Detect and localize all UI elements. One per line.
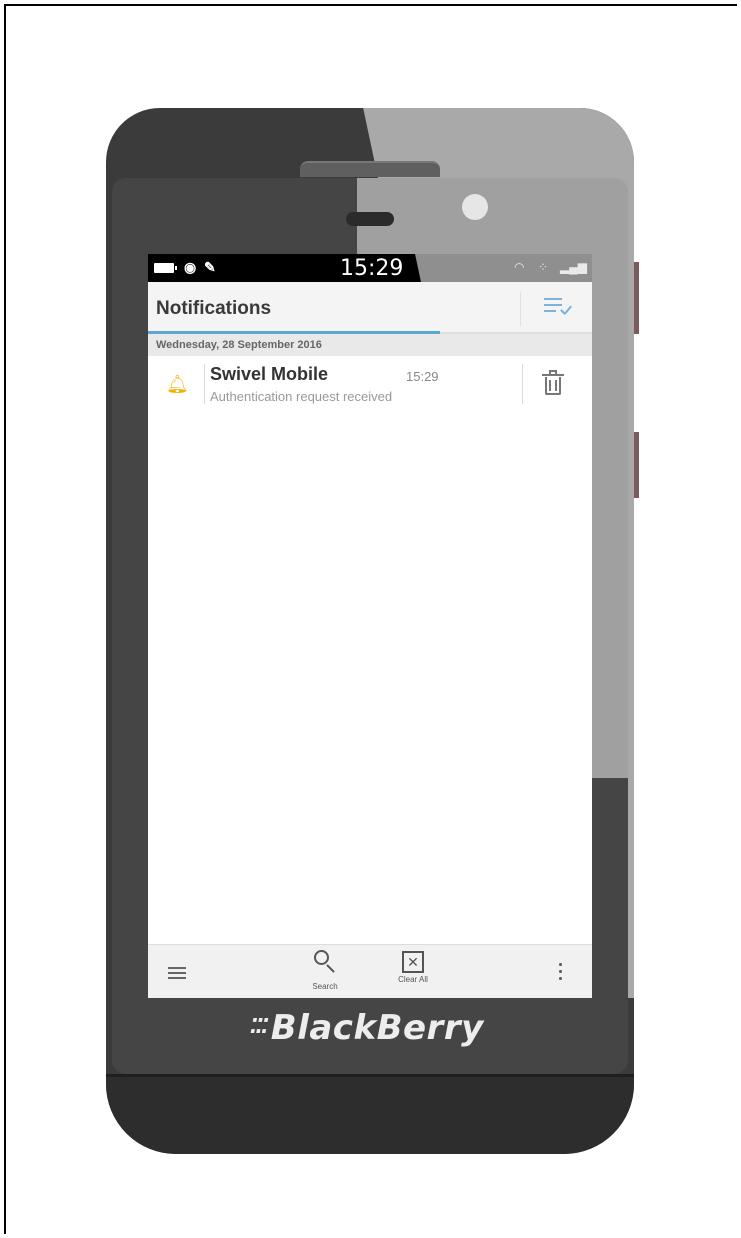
wifi-icon: ◠: [514, 260, 525, 274]
bbm-icon: ⁘: [538, 260, 549, 274]
clear-all-button[interactable]: ✕ Clear All: [378, 949, 448, 984]
phone-screen: ◉ ✎ 15:29 ◠ ⁘ ▂▄▆ Notifications Wednesda…: [148, 254, 592, 998]
clear-all-label: Clear All: [398, 975, 428, 984]
notification-body: Authentication request received: [210, 389, 393, 404]
menu-icon[interactable]: [168, 967, 186, 979]
page-title: Notifications: [156, 298, 272, 319]
search-icon: [312, 949, 338, 975]
bell-icon: 🔔︎: [166, 374, 189, 394]
speaker-grille: [300, 161, 440, 177]
front-camera: [462, 194, 488, 220]
search-label: Search: [312, 982, 338, 991]
search-button[interactable]: Search: [290, 949, 360, 991]
blackberry-logo-icon: ⁚⁚⁚: [250, 1014, 269, 1038]
notification-time: 15:29: [406, 369, 439, 384]
clock: 15:29: [340, 256, 404, 281]
alarm-icon: ◉: [184, 259, 197, 275]
overflow-menu-icon[interactable]: [558, 963, 562, 981]
status-bar: ◉ ✎ 15:29 ◠ ⁘ ▂▄▆: [148, 254, 592, 282]
side-button[interactable]: [634, 432, 639, 498]
earpiece: [346, 212, 394, 226]
clear-all-icon: ✕: [402, 951, 424, 973]
signal-icon: ▂▄▆: [560, 260, 587, 274]
row-divider: [522, 364, 523, 404]
brand-name: BlackBerry: [270, 1008, 484, 1048]
battery-icon: [154, 263, 177, 273]
title-bar: Notifications: [148, 282, 592, 334]
row-divider: [204, 364, 205, 404]
notification-title: Swivel Mobile: [210, 364, 329, 384]
trash-icon[interactable]: [542, 370, 564, 396]
notifications-muted-icon: ✎: [204, 259, 216, 275]
date-header: Wednesday, 28 September 2016: [148, 334, 592, 356]
mark-all-read-icon[interactable]: [544, 296, 572, 318]
action-bar: Search ✕ Clear All: [148, 944, 592, 998]
volume-button[interactable]: [634, 262, 639, 334]
notification-item[interactable]: 🔔︎ Swivel Mobile 15:29 Authentication re…: [148, 356, 592, 413]
phone-bottom-bezel: [106, 1074, 634, 1154]
notification-list-empty-area: [148, 412, 592, 944]
title-divider: [520, 292, 521, 326]
brand-logo: ⁚⁚⁚ BlackBerry: [250, 1008, 484, 1048]
